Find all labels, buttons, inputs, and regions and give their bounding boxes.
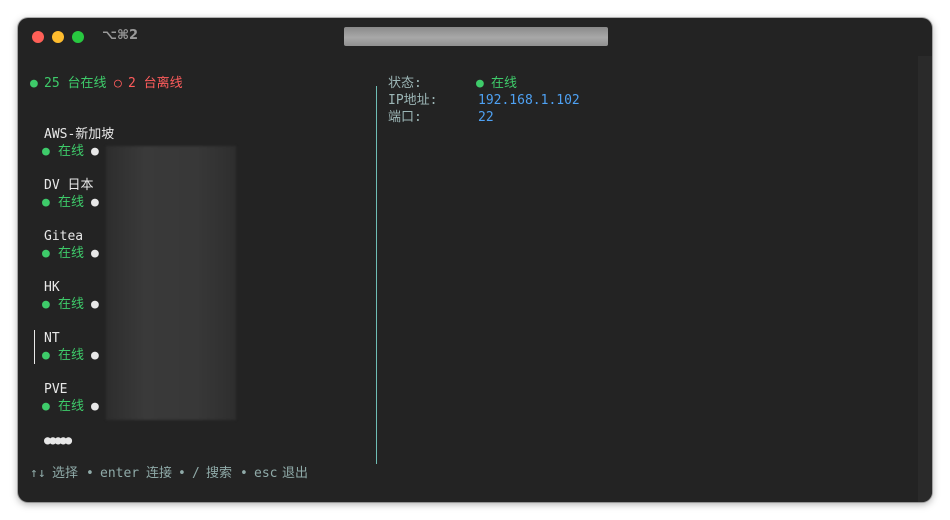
server-name: NT — [44, 331, 60, 346]
separator: • — [178, 466, 186, 481]
online-dot-icon: ● — [30, 76, 38, 91]
help-enter-key: enter — [100, 466, 140, 481]
server-name: HK — [44, 280, 60, 295]
offline-dot-icon: ○ — [114, 76, 122, 91]
port-label: 端口: — [388, 110, 422, 125]
arrow-keys-icon: ↑↓ — [30, 466, 46, 481]
ip-value: 192.168.1.102 — [478, 93, 580, 108]
separator: • — [86, 466, 94, 481]
status-dot-icon: ● — [42, 297, 50, 312]
bullet-icon: ● — [91, 246, 99, 261]
status-dot-icon: ● — [42, 195, 50, 210]
port-value: 22 — [478, 110, 494, 125]
bullet-icon: ● — [91, 297, 99, 312]
close-button[interactable] — [32, 31, 44, 43]
redacted-region — [106, 146, 236, 420]
server-name: AWS-新加坡 — [44, 127, 115, 142]
titlebar: ⌥⌘2 — [18, 18, 932, 56]
minimize-button[interactable] — [52, 31, 64, 43]
help-search: 搜索 — [206, 466, 233, 481]
bullet-icon: ● — [91, 348, 99, 363]
server-name: Gitea — [44, 229, 84, 244]
status-label: 状态: — [388, 76, 422, 91]
server-name: PVE — [44, 382, 68, 397]
server-name: DV 日本 — [44, 178, 94, 193]
zoom-button[interactable] — [72, 31, 84, 43]
scrollbar[interactable] — [918, 56, 932, 502]
bullet-icon: ● — [91, 195, 99, 210]
bullet-icon: ● — [91, 399, 99, 414]
separator: • — [240, 466, 248, 481]
help-esc-key: esc — [254, 466, 278, 481]
offline-count: 2 台离线 — [128, 76, 183, 91]
help-esc: 退出 — [282, 466, 309, 481]
status-dot-icon: ● — [42, 348, 50, 363]
server-status: 在线 — [58, 195, 85, 210]
status-dot-icon: ● — [42, 399, 50, 414]
tab-shortcut-label: ⌥⌘2 — [102, 28, 139, 43]
status-dot-icon: ● — [42, 246, 50, 261]
server-status: 在线 — [58, 246, 85, 261]
online-count: 25 台在线 — [44, 76, 107, 91]
window-title-redacted — [344, 27, 608, 46]
status-value: 在线 — [491, 76, 518, 91]
selection-indicator — [34, 330, 35, 364]
pagination-dots: ●●●●● — [44, 433, 72, 447]
help-enter: 连接 — [146, 466, 173, 481]
server-status: 在线 — [58, 348, 85, 363]
server-status: 在线 — [58, 297, 85, 312]
bullet-icon: ● — [91, 144, 99, 159]
ip-label: IP地址: — [388, 93, 438, 108]
server-status: 在线 — [58, 399, 85, 414]
help-select: 选择 — [52, 466, 79, 481]
terminal-window: ⌥⌘2 ● 25 台在线 ○ 2 台离线 AWS-新加坡 ● 在线 ● DV 日… — [18, 18, 932, 502]
pane-divider — [376, 86, 377, 464]
help-search-key: / — [192, 466, 200, 481]
status-dot-icon: ● — [42, 144, 50, 159]
status-dot-icon: ● — [476, 76, 484, 91]
server-status: 在线 — [58, 144, 85, 159]
